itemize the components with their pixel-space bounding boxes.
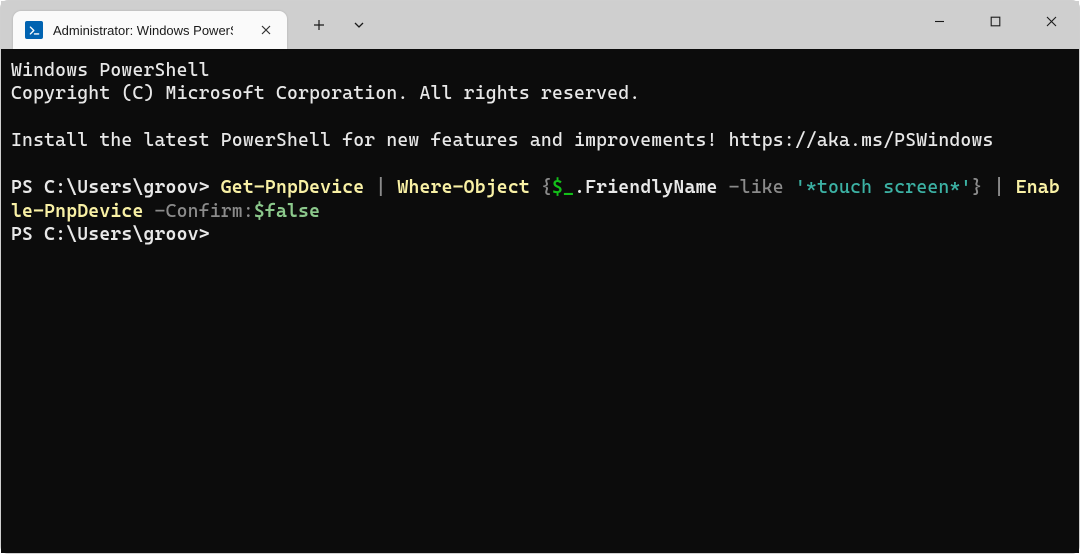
- operator: -like: [729, 177, 784, 198]
- cmdlet: Where-Object: [386, 177, 541, 198]
- banner-line: Windows PowerShell: [11, 60, 210, 81]
- parameter: -Confirm:: [155, 201, 254, 222]
- brace: }: [972, 177, 983, 198]
- boolean: $false: [254, 201, 320, 222]
- tab-dropdown-button[interactable]: [339, 5, 379, 45]
- tab-close-button[interactable]: [257, 21, 275, 39]
- pipe: |: [983, 177, 1016, 198]
- variable: $_: [552, 177, 574, 198]
- maximize-button[interactable]: [967, 1, 1023, 41]
- new-tab-button[interactable]: [299, 5, 339, 45]
- tab-active[interactable]: Administrator: Windows PowerS: [13, 11, 287, 49]
- property: .FriendlyName: [574, 177, 729, 198]
- prompt: PS C:\Users\groov>: [11, 224, 221, 245]
- brace: {: [541, 177, 552, 198]
- titlebar: Administrator: Windows PowerS: [1, 1, 1079, 49]
- prompt: PS C:\Users\groov>: [11, 177, 221, 198]
- powershell-icon: [25, 21, 43, 39]
- tab-actions: [299, 1, 379, 49]
- cmdlet: Get-PnpDevice: [221, 177, 376, 198]
- tab-title: Administrator: Windows PowerS: [53, 23, 233, 38]
- pipe: |: [375, 177, 386, 198]
- window-controls: [911, 1, 1079, 41]
- minimize-button[interactable]: [911, 1, 967, 41]
- string: '*touch screen*': [784, 177, 972, 198]
- banner-line: Install the latest PowerShell for new fe…: [11, 130, 994, 151]
- terminal-output[interactable]: Windows PowerShell Copyright (C) Microso…: [1, 49, 1079, 553]
- close-button[interactable]: [1023, 1, 1079, 41]
- banner-line: Copyright (C) Microsoft Corporation. All…: [11, 83, 640, 104]
